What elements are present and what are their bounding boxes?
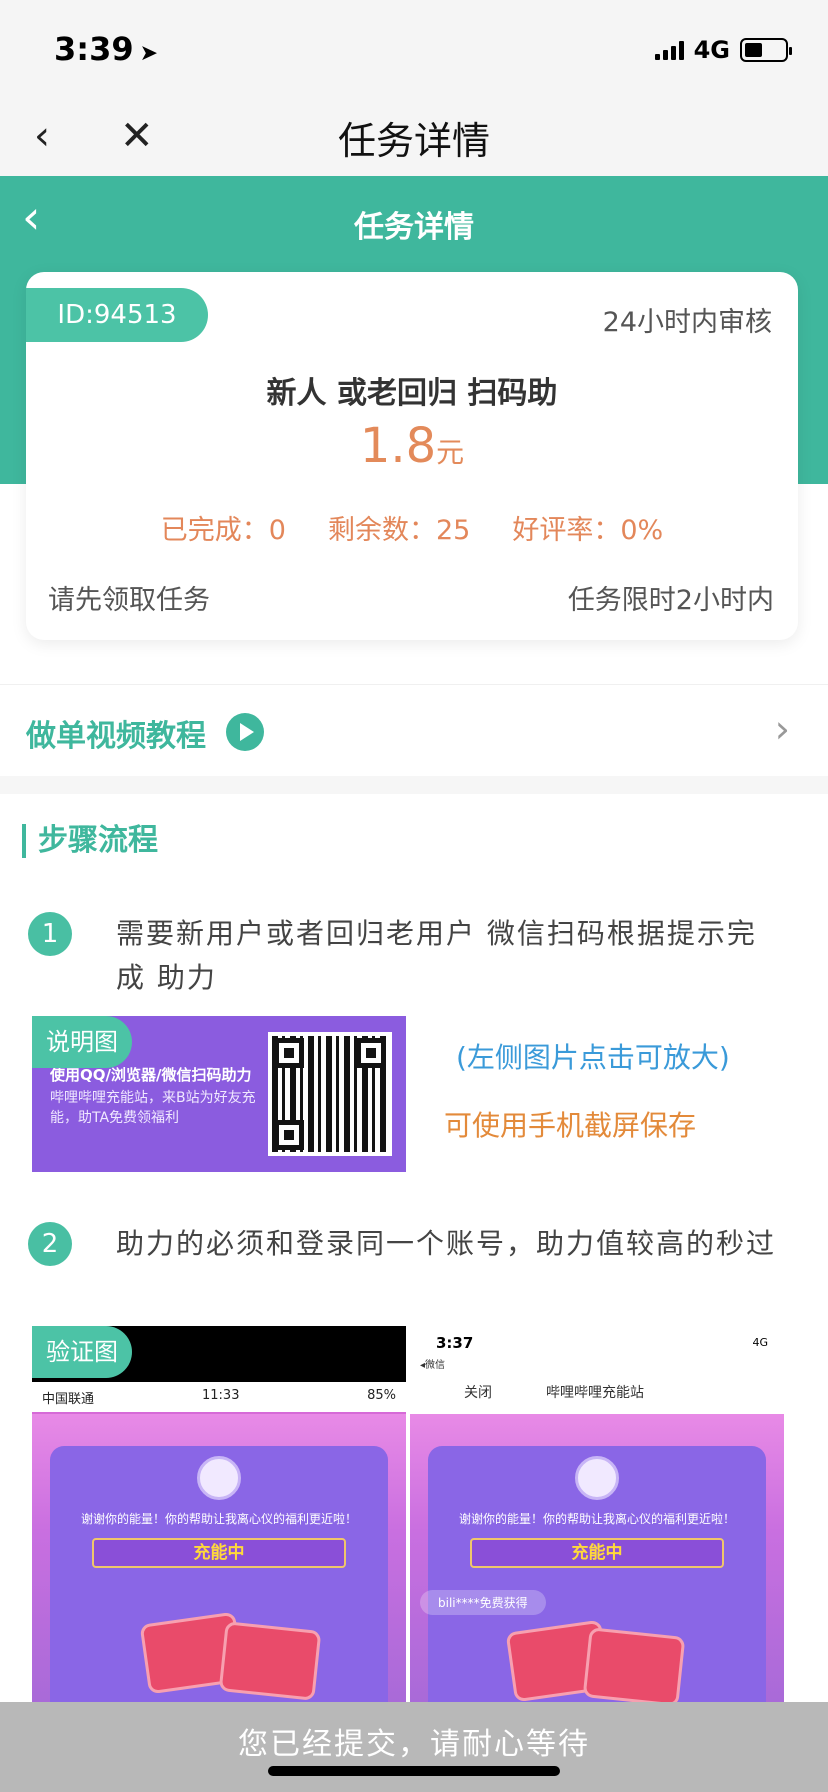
step-number: 2	[28, 1222, 72, 1266]
task-stats: 已完成：0 剩余数：25 好评率：0%	[26, 508, 798, 547]
submitted-banner: 您已经提交，请耐心等待	[0, 1702, 828, 1792]
webview-nav-bar: ‹ ✕ 任务详情	[0, 96, 828, 176]
location-icon: ➤	[139, 41, 159, 66]
home-indicator	[268, 1766, 560, 1776]
verify-tag: 验证图	[32, 1326, 132, 1378]
phone-nav: 关闭 哔哩哔哩充能站	[464, 1385, 644, 1401]
network-type: 4G	[693, 36, 730, 64]
step-text: 助力的必须和登录同一个账号，助力值较高的秒过	[116, 1227, 777, 1260]
explain-line-2: 哔哩哔哩充能站，来B站为好友充能，助TA免费领福利	[50, 1090, 256, 1126]
phone-network: 4G	[752, 1336, 768, 1349]
watermark-pill: bili****免费获得	[420, 1590, 546, 1615]
price-unit: 元	[436, 436, 465, 469]
battery-icon	[740, 38, 792, 62]
completed-count: 已完成：0	[160, 515, 286, 546]
verify-images: 中国联通 11:33 85% 谢谢你的能量！你的帮助让我离心仪的福利更近啦！ 充…	[32, 1326, 784, 1706]
zoom-hint: (左侧图片点击可放大)	[456, 1041, 730, 1074]
video-tutorial-row[interactable]: 做单视频教程 ›	[0, 684, 828, 776]
task-name: 新人 或老回归 扫码助	[266, 376, 558, 411]
thanks-message: 谢谢你的能量！你的帮助让我离心仪的福利更近啦！	[458, 1512, 735, 1526]
avatar	[197, 1456, 241, 1500]
phone-status-bar: 中国联通 11:33 85%	[32, 1382, 406, 1412]
charging-ribbon: 充能中	[470, 1538, 724, 1568]
rating-rate: 好评率：0%	[512, 515, 664, 546]
video-tutorial-label: 做单视频教程	[26, 719, 206, 754]
webview-title: 任务详情	[337, 119, 490, 163]
charging-ribbon: 充能中	[92, 1538, 346, 1568]
task-card: ID:94513 24小时内审核 新人 或老回归 扫码助 1.8元 已完成：0 …	[26, 272, 798, 640]
step-number: 1	[28, 912, 72, 956]
chevron-right-icon: ›	[774, 707, 790, 751]
verify-image-b[interactable]: 3:37 ◂微信 4G 关闭 哔哩哔哩充能站 谢谢你的能量！你的帮助让我离心仪的…	[410, 1326, 784, 1706]
section-divider	[0, 776, 828, 794]
screenshot-hint: 可使用手机截屏保存	[444, 1109, 697, 1142]
red-envelope-icon	[218, 1621, 322, 1701]
steps-title: 步骤流程	[22, 824, 158, 858]
explain-tag: 说明图	[32, 1016, 132, 1068]
phone-time: 3:37	[436, 1334, 474, 1352]
remaining-count: 剩余数：25	[327, 515, 471, 546]
status-bar: 3:39 ➤ 4G	[0, 0, 828, 96]
price-value: 1.8	[359, 418, 437, 474]
task-price: 1.8元	[26, 418, 798, 474]
play-icon[interactable]	[226, 713, 264, 751]
qr-code	[268, 1032, 392, 1156]
explain-image[interactable]: 使用QQ/浏览器/微信扫码助力 哔哩哔哩充能站，来B站为好友充能，助TA免费领福…	[32, 1016, 406, 1172]
page-title: 任务详情	[354, 210, 474, 245]
thanks-message: 谢谢你的能量！你的帮助让我离心仪的福利更近啦！	[80, 1512, 357, 1526]
review-time: 24小时内审核	[602, 307, 772, 338]
task-notice: 请先领取任务	[48, 585, 210, 616]
verify-image-a[interactable]: 中国联通 11:33 85% 谢谢你的能量！你的帮助让我离心仪的福利更近啦！ 充…	[32, 1326, 406, 1706]
phone-back-label: ◂微信	[420, 1360, 446, 1371]
red-envelope-icon	[582, 1627, 686, 1706]
task-time-limit: 任务限时2小时内	[567, 585, 774, 616]
status-indicators: 4G	[654, 36, 792, 64]
avatar	[575, 1456, 619, 1500]
signal-icon	[654, 40, 684, 60]
step-text: 需要新用户或者回归老用户 微信扫码根据提示完成 助力	[116, 917, 757, 994]
status-time: 3:39 ➤	[54, 30, 159, 68]
task-id-badge: ID:94513	[26, 288, 208, 342]
